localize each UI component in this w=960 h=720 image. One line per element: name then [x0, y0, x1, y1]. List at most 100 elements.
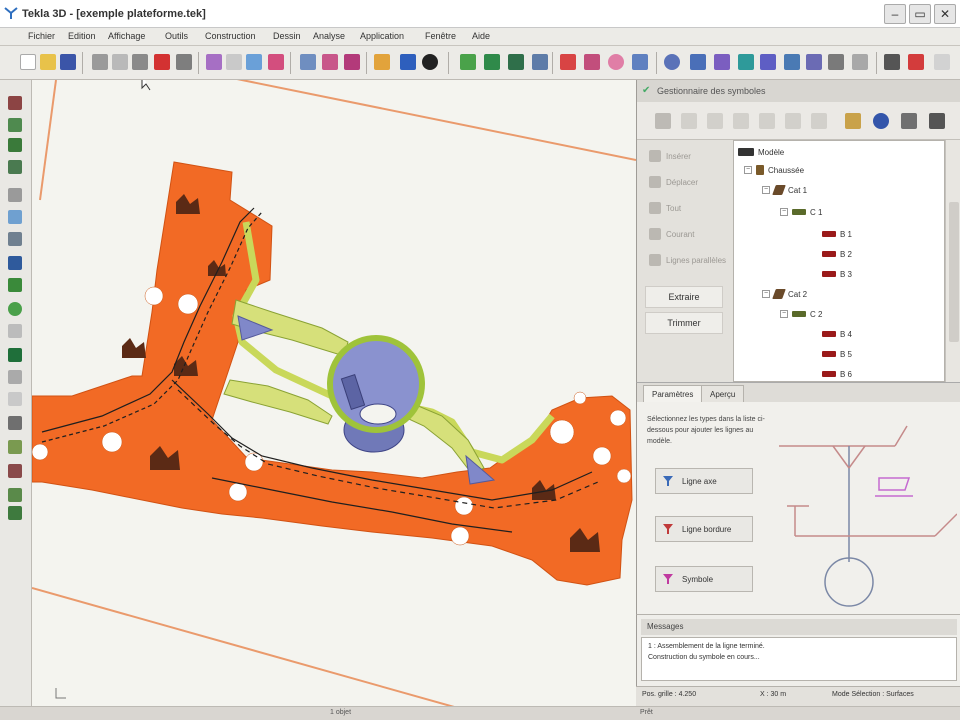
polyline-tool-icon[interactable] — [8, 256, 22, 270]
ligne-bordure-button[interactable]: Ligne bordure — [655, 516, 753, 542]
symbol-tree[interactable]: Modèle − Chaussée − Cat 1 − C 1 B 1 B 2 … — [733, 140, 945, 382]
circle-tool-icon[interactable] — [8, 302, 22, 316]
extrude-tool-icon[interactable] — [8, 160, 22, 174]
close-button[interactable]: ✕ — [934, 4, 956, 24]
tab-parametres[interactable]: Paramètres — [643, 385, 703, 403]
tree-node-c2[interactable]: − C 2 — [780, 307, 822, 321]
tree-move-icon[interactable] — [733, 113, 749, 129]
tree-node-b3[interactable]: B 3 — [822, 267, 852, 281]
new-file-icon[interactable] — [20, 54, 36, 70]
undo-icon[interactable] — [300, 54, 316, 70]
select-icon[interactable] — [268, 54, 284, 70]
folder-tools-icon[interactable] — [374, 54, 390, 70]
action-parallel-lines[interactable]: Lignes parallèles — [645, 250, 729, 270]
maximize-button[interactable]: ▭ — [909, 4, 931, 24]
road-tool-icon[interactable] — [8, 506, 22, 520]
view-icon[interactable] — [246, 54, 262, 70]
terrain-tool-icon[interactable] — [8, 488, 22, 502]
menu-affichage[interactable]: Affichage — [108, 31, 145, 41]
trim-button[interactable]: Trimmer — [645, 312, 723, 334]
redo-icon[interactable] — [322, 54, 338, 70]
menu-aide[interactable]: Aide — [472, 31, 490, 41]
zoom-window-icon[interactable] — [760, 54, 776, 70]
render-icon[interactable] — [664, 54, 680, 70]
menu-edition[interactable]: Edition — [68, 31, 96, 41]
tree-node-b6[interactable]: B 6 — [822, 367, 852, 381]
collapse-icon[interactable]: − — [762, 186, 770, 194]
tree-edit-icon[interactable] — [707, 113, 723, 129]
tree-node-b4[interactable]: B 4 — [822, 327, 852, 341]
tree-node-b1[interactable]: B 1 — [822, 227, 852, 241]
menu-outils[interactable]: Outils — [165, 31, 188, 41]
spline-tool-icon[interactable] — [8, 348, 22, 362]
snap-line-icon[interactable] — [484, 54, 500, 70]
tree-node-cat1[interactable]: − Cat 1 — [762, 183, 807, 197]
arc-tool-icon[interactable] — [8, 324, 22, 338]
trim-tool-icon[interactable] — [8, 392, 22, 406]
snap-mid-icon[interactable] — [532, 54, 548, 70]
tree-globe-icon[interactable] — [873, 113, 889, 129]
rotate-icon[interactable] — [690, 54, 706, 70]
collapse-icon[interactable]: − — [780, 310, 788, 318]
tree-new-icon[interactable] — [681, 113, 697, 129]
collapse-icon[interactable]: − — [744, 166, 752, 174]
tree-settings-icon[interactable] — [901, 113, 917, 129]
snap-perp-icon[interactable] — [608, 54, 624, 70]
menu-dessin[interactable]: Dessin — [273, 31, 301, 41]
save-icon[interactable] — [60, 54, 76, 70]
copy-icon[interactable] — [112, 54, 128, 70]
filter-icon[interactable] — [400, 54, 416, 70]
tree-save-icon[interactable] — [929, 113, 945, 129]
symbole-button[interactable]: Symbole — [655, 566, 753, 592]
view-3d-icon[interactable] — [806, 54, 822, 70]
profile-tool-icon[interactable] — [8, 232, 22, 246]
extract-button[interactable]: Extraire — [645, 286, 723, 308]
tree-scrollbar-thumb[interactable] — [949, 202, 959, 342]
help-icon[interactable] — [934, 54, 950, 70]
surface-tool-icon[interactable] — [8, 118, 22, 132]
offset-tool-icon[interactable] — [8, 370, 22, 384]
ligne-axe-button[interactable]: Ligne axe — [655, 468, 753, 494]
view-front-icon[interactable] — [828, 54, 844, 70]
snap-point-icon[interactable] — [460, 54, 476, 70]
minimize-button[interactable]: – — [884, 4, 906, 24]
action-insert[interactable]: Insérer — [645, 146, 729, 166]
snap-intersection-icon[interactable] — [584, 54, 600, 70]
menu-fenetre[interactable]: Fenêtre — [425, 31, 456, 41]
tab-apercu[interactable]: Aperçu — [701, 385, 745, 403]
collapse-icon[interactable]: − — [780, 208, 788, 216]
pan-icon[interactable] — [714, 54, 730, 70]
grid-icon[interactable] — [226, 54, 242, 70]
info-icon[interactable] — [422, 54, 438, 70]
action-current[interactable]: Courant — [645, 224, 729, 244]
text-tool-icon[interactable] — [8, 416, 22, 430]
block-tool-icon[interactable] — [8, 464, 22, 478]
view-top-icon[interactable] — [784, 54, 800, 70]
zoom-extents-icon[interactable] — [738, 54, 754, 70]
paste-icon[interactable] — [132, 54, 148, 70]
cut-icon[interactable] — [92, 54, 108, 70]
tree-undo-icon[interactable] — [811, 113, 827, 129]
tree-node-cat2[interactable]: − Cat 2 — [762, 287, 807, 301]
drawing-canvas[interactable] — [32, 80, 636, 712]
tree-node-chaussee[interactable]: − Chaussée — [744, 163, 804, 177]
layer-icon[interactable] — [206, 54, 222, 70]
menu-analyse[interactable]: Analyse — [313, 31, 345, 41]
menu-construction[interactable]: Construction — [205, 31, 256, 41]
tree-node-model[interactable]: Modèle — [738, 145, 784, 159]
collapse-icon[interactable]: − — [762, 290, 770, 298]
snap-tangent-icon[interactable] — [632, 54, 648, 70]
open-folder-icon[interactable] — [40, 54, 56, 70]
action-move[interactable]: Déplacer — [645, 172, 729, 192]
tree-copy-icon[interactable] — [759, 113, 775, 129]
stop-icon[interactable] — [908, 54, 924, 70]
print-icon[interactable] — [884, 54, 900, 70]
snap-center-icon[interactable] — [560, 54, 576, 70]
delete-icon[interactable] — [154, 54, 170, 70]
tree-tool-icon[interactable] — [655, 113, 671, 129]
zoom-icon[interactable] — [344, 54, 360, 70]
tree-node-c1[interactable]: − C 1 — [780, 205, 822, 219]
measure-tool-icon[interactable] — [8, 188, 22, 202]
menu-application[interactable]: Application — [360, 31, 404, 41]
hatch-tool-icon[interactable] — [8, 440, 22, 454]
